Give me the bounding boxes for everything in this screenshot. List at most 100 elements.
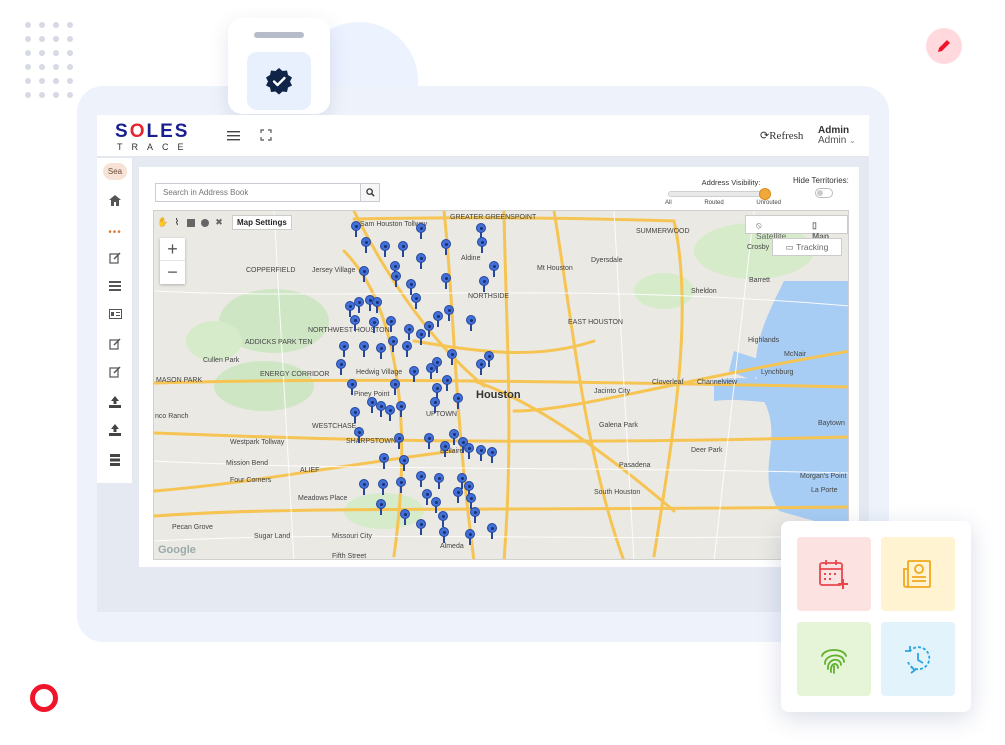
map-pin-icon[interactable] <box>416 223 426 239</box>
map-pin-icon[interactable] <box>444 305 454 321</box>
sidebar-item-stack[interactable] <box>97 450 133 470</box>
map-pin-icon[interactable] <box>406 279 416 295</box>
sidebar-item-edit-1[interactable] <box>97 248 133 268</box>
map-pin-icon[interactable] <box>466 315 476 331</box>
map-pin-icon[interactable] <box>438 511 448 527</box>
map[interactable]: ✋ ⌇ ✖ Map Settings + − ⦸ Satellite ▯ Map… <box>153 210 849 560</box>
map-pin-icon[interactable] <box>416 329 426 345</box>
map-pin-icon[interactable] <box>400 509 410 525</box>
map-pin-icon[interactable] <box>394 433 404 449</box>
map-pin-icon[interactable] <box>361 237 371 253</box>
schedule-tile[interactable] <box>797 537 871 611</box>
fullscreen-button[interactable] <box>260 128 272 146</box>
map-pin-icon[interactable] <box>434 473 444 489</box>
map-pin-icon[interactable] <box>416 253 426 269</box>
map-pin-icon[interactable] <box>416 519 426 535</box>
map-pin-icon[interactable] <box>347 379 357 395</box>
biometric-tile[interactable] <box>797 622 871 696</box>
user-menu[interactable]: Admin Admin ⌄ <box>818 126 856 146</box>
circle-tool-button[interactable] <box>200 218 210 228</box>
map-pin-icon[interactable] <box>388 336 398 352</box>
map-pin-icon[interactable] <box>426 363 436 379</box>
map-pin-icon[interactable] <box>354 427 364 443</box>
map-pin-icon[interactable] <box>476 359 486 375</box>
map-pin-icon[interactable] <box>442 375 452 391</box>
map-pin-icon[interactable] <box>391 271 401 287</box>
sidebar-item-edit-3[interactable] <box>97 362 133 382</box>
map-pin-icon[interactable] <box>379 453 389 469</box>
menu-toggle-button[interactable] <box>227 129 241 147</box>
map-pin-icon[interactable] <box>339 341 349 357</box>
map-pin-icon[interactable] <box>424 433 434 449</box>
map-pin-icon[interactable] <box>372 297 382 313</box>
map-pin-icon[interactable] <box>441 239 451 255</box>
map-pin-icon[interactable] <box>430 397 440 413</box>
map-pin-icon[interactable] <box>439 527 449 543</box>
map-pin-icon[interactable] <box>477 237 487 253</box>
map-pin-icon[interactable] <box>390 379 400 395</box>
sidebar-item-list[interactable] <box>97 276 133 296</box>
map-pin-icon[interactable] <box>470 507 480 523</box>
map-pin-icon[interactable] <box>359 479 369 495</box>
hide-territories-toggle[interactable] <box>815 188 833 198</box>
sidebar-item-contacts[interactable] <box>97 304 133 324</box>
map-pin-icon[interactable] <box>359 266 369 282</box>
draw-tool-button[interactable]: ⌇ <box>172 217 182 228</box>
address-search-input[interactable] <box>155 183 361 202</box>
map-pin-icon[interactable] <box>402 341 412 357</box>
visibility-knob[interactable] <box>759 188 771 200</box>
map-pin-icon[interactable] <box>369 317 379 333</box>
map-pin-icon[interactable] <box>465 529 475 545</box>
map-pin-icon[interactable] <box>489 261 499 277</box>
sidebar-item-upload-1[interactable] <box>97 392 133 412</box>
sidebar-search[interactable]: Sea <box>103 163 127 180</box>
zoom-in-button[interactable]: + <box>160 238 185 261</box>
map-pin-icon[interactable] <box>453 487 463 503</box>
map-view-button[interactable]: ▯ Map <box>802 216 847 241</box>
map-pin-icon[interactable] <box>476 445 486 461</box>
map-pin-icon[interactable] <box>453 393 463 409</box>
pan-tool-button[interactable]: ✋ <box>157 217 168 228</box>
tracking-button[interactable]: ▭ Tracking <box>772 238 842 256</box>
news-tile[interactable] <box>881 537 955 611</box>
address-search-button[interactable] <box>360 183 380 202</box>
map-pin-icon[interactable] <box>354 297 364 313</box>
map-pin-icon[interactable] <box>479 276 489 292</box>
rectangle-tool-button[interactable] <box>186 218 196 228</box>
map-pin-icon[interactable] <box>411 293 421 309</box>
map-pin-icon[interactable] <box>378 479 388 495</box>
map-pin-icon[interactable] <box>464 443 474 459</box>
map-pin-icon[interactable] <box>440 441 450 457</box>
map-pin-icon[interactable] <box>385 405 395 421</box>
map-pin-icon[interactable] <box>466 493 476 509</box>
map-pin-icon[interactable] <box>431 497 441 513</box>
map-pin-icon[interactable] <box>351 221 361 237</box>
map-settings-button[interactable]: Map Settings <box>232 215 292 230</box>
map-pin-icon[interactable] <box>386 316 396 332</box>
map-pin-icon[interactable] <box>409 366 419 382</box>
clear-tool-button[interactable]: ✖ <box>214 217 224 228</box>
refresh-button[interactable]: ⟳Refresh <box>760 129 803 142</box>
map-pin-icon[interactable] <box>487 523 497 539</box>
map-pin-icon[interactable] <box>441 273 451 289</box>
map-pin-icon[interactable] <box>447 349 457 365</box>
zoom-out-button[interactable]: − <box>160 261 185 284</box>
visibility-track[interactable] <box>668 188 771 200</box>
sidebar-item-more[interactable]: ••• <box>97 222 133 242</box>
sidebar-item-home[interactable] <box>97 190 133 210</box>
map-pin-icon[interactable] <box>476 223 486 239</box>
map-pin-icon[interactable] <box>350 407 360 423</box>
satellite-button[interactable]: ⦸ Satellite <box>746 216 802 241</box>
address-visibility-slider[interactable]: Address Visibility: All Routed Unrouted <box>665 178 785 206</box>
map-pin-icon[interactable] <box>380 241 390 257</box>
sidebar-item-upload-2[interactable] <box>97 420 133 440</box>
map-pin-icon[interactable] <box>396 401 406 417</box>
map-pin-icon[interactable] <box>416 471 426 487</box>
map-pin-icon[interactable] <box>376 499 386 515</box>
map-pin-icon[interactable] <box>396 477 406 493</box>
map-pin-icon[interactable] <box>336 359 346 375</box>
map-pin-icon[interactable] <box>487 447 497 463</box>
map-pin-icon[interactable] <box>350 315 360 331</box>
map-pin-icon[interactable] <box>376 343 386 359</box>
map-pin-icon[interactable] <box>433 311 443 327</box>
